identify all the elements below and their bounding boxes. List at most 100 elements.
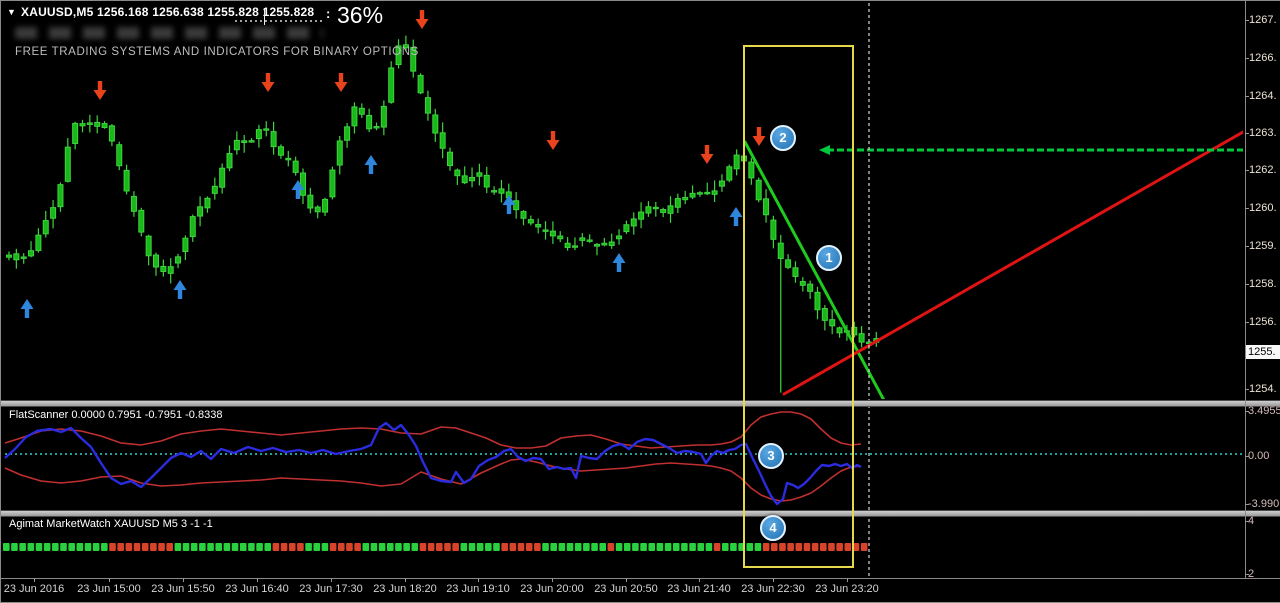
agimat-signal-dash xyxy=(518,543,525,551)
candle-body xyxy=(550,231,555,236)
candle-body xyxy=(381,106,386,127)
highlight-rectangle xyxy=(743,45,854,568)
panel-splitter-1[interactable] xyxy=(1,400,1280,407)
annotation-circle-4[interactable]: 4 xyxy=(760,515,786,541)
time-axis-tick xyxy=(478,578,479,582)
agimat-signal-dash xyxy=(665,543,672,551)
price-axis-tick xyxy=(1245,322,1249,323)
buy-signal-arrow-icon xyxy=(730,207,743,226)
agimat-signal-dash xyxy=(526,543,533,551)
annotation-colon: : xyxy=(326,6,330,21)
flatscanner-axis-tick xyxy=(1245,411,1249,412)
agimat-signal-dash xyxy=(412,543,419,551)
agimat-signal-dash xyxy=(3,543,10,551)
agimat-axis-tick xyxy=(1245,521,1249,522)
agimat-signal-dash xyxy=(142,543,149,551)
agimat-signal-dash xyxy=(379,543,386,551)
time-axis-label: 23 Jun 15:50 xyxy=(151,583,215,595)
candle-body xyxy=(719,181,724,186)
agimat-signal-dash xyxy=(575,543,582,551)
candle-body xyxy=(146,236,151,256)
price-axis-label: 1262. xyxy=(1249,164,1277,176)
agimat-signal-dash xyxy=(632,543,639,551)
agimat-signal-dash xyxy=(36,543,43,551)
candle-body xyxy=(131,196,136,211)
price-axis-label: 1264. xyxy=(1249,90,1277,102)
flatscanner-panel[interactable] xyxy=(5,412,1243,504)
main-price-panel[interactable] xyxy=(7,36,1244,404)
symbol-dropdown-icon[interactable]: ▼ xyxy=(7,7,16,17)
annotation-percent-label[interactable]: 36% xyxy=(337,2,383,29)
time-axis-tick xyxy=(699,578,700,582)
buy-signal-arrow-icon xyxy=(21,299,34,318)
candle-body xyxy=(602,243,607,245)
price-axis-tick xyxy=(1245,389,1249,390)
sell-signal-arrow-icon xyxy=(701,145,714,164)
agimat-signal-dash xyxy=(175,543,182,551)
annotation-circle-2[interactable]: 2 xyxy=(770,125,796,151)
agimat-signal-dash xyxy=(338,543,345,551)
panel-splitter-2[interactable] xyxy=(1,510,1280,517)
agimat-signal-dash xyxy=(215,543,222,551)
agimat-signal-dash xyxy=(93,543,100,551)
candle-body xyxy=(521,212,526,219)
price-axis-tick xyxy=(1245,170,1249,171)
agimat-signal-dash xyxy=(583,543,590,551)
agimat-signal-dash xyxy=(673,543,680,551)
agimat-signal-dash xyxy=(722,543,729,551)
agimat-signal-dash xyxy=(648,543,655,551)
candle-body xyxy=(43,221,48,234)
candle-body xyxy=(154,255,159,267)
agimat-signal-dash xyxy=(510,543,517,551)
agimat-signal-dash xyxy=(11,543,18,551)
candle-body xyxy=(301,173,306,195)
candle-body xyxy=(36,235,41,250)
agimat-signal-dash xyxy=(85,543,92,551)
watermark-text: FREE TRADING SYSTEMS AND INDICATORS FOR … xyxy=(15,46,419,58)
candle-body xyxy=(87,123,92,125)
candle-body xyxy=(462,176,467,183)
candle-body xyxy=(7,255,12,257)
time-axis-label: 23 Jun 17:30 xyxy=(299,583,363,595)
price-axis-tick xyxy=(1245,208,1249,209)
candle-body xyxy=(315,207,320,212)
agimat-signal-dash xyxy=(567,543,574,551)
candle-body xyxy=(29,251,34,256)
candle-body xyxy=(492,191,497,192)
agimat-signal-dash xyxy=(599,543,606,551)
buy-signal-arrow-icon xyxy=(365,155,378,174)
agimat-signal-dash xyxy=(224,543,231,551)
price-axis-label: 1256. xyxy=(1249,316,1277,328)
price-axis-tick xyxy=(1245,58,1249,59)
annotation-circle-1[interactable]: 1 xyxy=(816,245,842,271)
agimat-signal-dash xyxy=(428,543,435,551)
agimat-signal-dash xyxy=(117,543,124,551)
agimat-signal-dash xyxy=(166,543,173,551)
time-axis-border xyxy=(1,578,1280,579)
candle-body xyxy=(617,236,622,239)
agimat-signal-dash xyxy=(354,543,361,551)
candle-body xyxy=(109,126,114,141)
agimat-signal-dash xyxy=(44,543,51,551)
candle-body xyxy=(683,198,688,200)
agimat-signal-dash xyxy=(183,543,190,551)
agimat-signal-dash xyxy=(697,543,704,551)
flatscanner-axis-tick xyxy=(1245,504,1249,505)
chart-ohlc-title: XAUUSD,M5 1256.168 1256.638 1255.828 125… xyxy=(21,5,314,19)
blurred-watermark-line xyxy=(15,27,323,39)
agimat-signal-dash xyxy=(395,543,402,551)
agimat-signal-dash xyxy=(264,543,271,551)
flatscanner-axis-label: 0.00 xyxy=(1248,450,1269,462)
flatscanner-axis-tick xyxy=(1245,456,1249,457)
candle-body xyxy=(595,244,600,246)
price-axis-tick xyxy=(1245,133,1249,134)
time-axis-tick xyxy=(626,578,627,582)
agimat-signal-dash xyxy=(109,543,116,551)
annotation-circle-3[interactable]: 3 xyxy=(758,443,784,469)
time-axis-label: 23 Jun 2016 xyxy=(4,583,65,595)
candle-body xyxy=(190,217,195,237)
agimat-signal-dash xyxy=(591,543,598,551)
sell-signal-arrow-icon xyxy=(94,81,107,100)
flatscanner-axis-label: 3.4955 xyxy=(1248,405,1280,417)
price-axis-tick xyxy=(1245,246,1249,247)
